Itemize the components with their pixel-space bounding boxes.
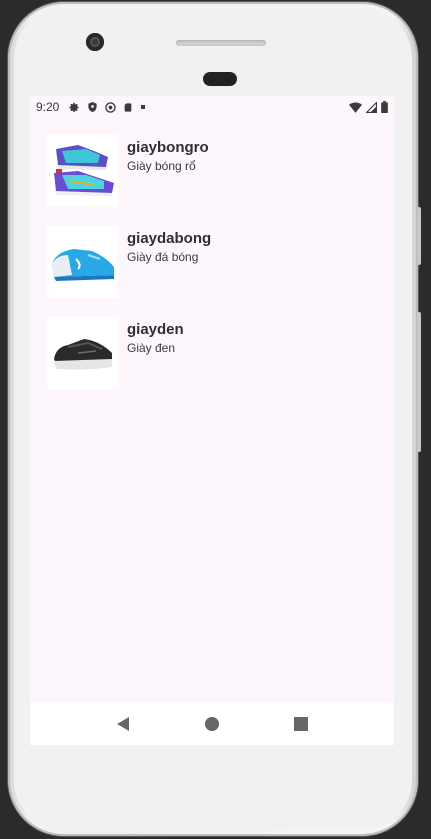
dot-icon (141, 105, 146, 109)
product-list: giaybongro Giày bóng rổ giaydabong Giày … (30, 118, 394, 403)
gear-icon (69, 102, 79, 112)
product-texts: giayden Giày đen (127, 317, 184, 356)
product-texts: giaydabong Giày đá bóng (127, 226, 211, 265)
football-shoe-icon (52, 249, 114, 281)
wifi-icon (349, 101, 362, 113)
product-name: giaydabong (127, 230, 212, 247)
product-description: Giày đen (127, 341, 176, 355)
list-item[interactable]: giaybongro Giày bóng rổ (30, 132, 394, 221)
earpiece-speaker (176, 40, 266, 46)
recents-button[interactable] (289, 712, 313, 736)
home-icon (204, 717, 219, 731)
product-thumbnail (47, 226, 119, 298)
recents-icon (294, 717, 309, 731)
product-description: Giày bóng rổ (127, 159, 196, 173)
product-thumbnail (47, 135, 119, 207)
product-texts: giaybongro Giày bóng rổ (127, 135, 209, 174)
volume-button (417, 207, 421, 265)
no-entry-icon (105, 101, 117, 113)
proximity-sensor (203, 72, 237, 86)
sd-card-icon (125, 102, 132, 112)
battery-icon (381, 101, 388, 113)
back-button[interactable] (111, 712, 135, 736)
product-name: giaybongro (127, 139, 209, 156)
basketball-shoes-icon (54, 145, 114, 196)
status-bar: 9:20 (30, 96, 394, 118)
black-shoe-icon (54, 339, 112, 370)
signal-icon (366, 101, 377, 113)
shield-icon (88, 101, 97, 113)
back-icon (116, 717, 129, 731)
device-screen: 9:20 giaybongro Giày bóng rổ giaydabong … (30, 96, 394, 745)
navigation-bar (30, 703, 394, 745)
product-thumbnail (47, 317, 119, 389)
list-item[interactable]: giayden Giày đen (30, 314, 394, 403)
product-name: giayden (127, 321, 184, 338)
status-time: 9:20 (36, 100, 60, 114)
power-button (417, 312, 421, 452)
front-camera (86, 33, 104, 51)
home-button[interactable] (200, 712, 224, 736)
list-item[interactable]: giaydabong Giày đá bóng (30, 223, 394, 312)
product-description: Giày đá bóng (127, 250, 199, 264)
